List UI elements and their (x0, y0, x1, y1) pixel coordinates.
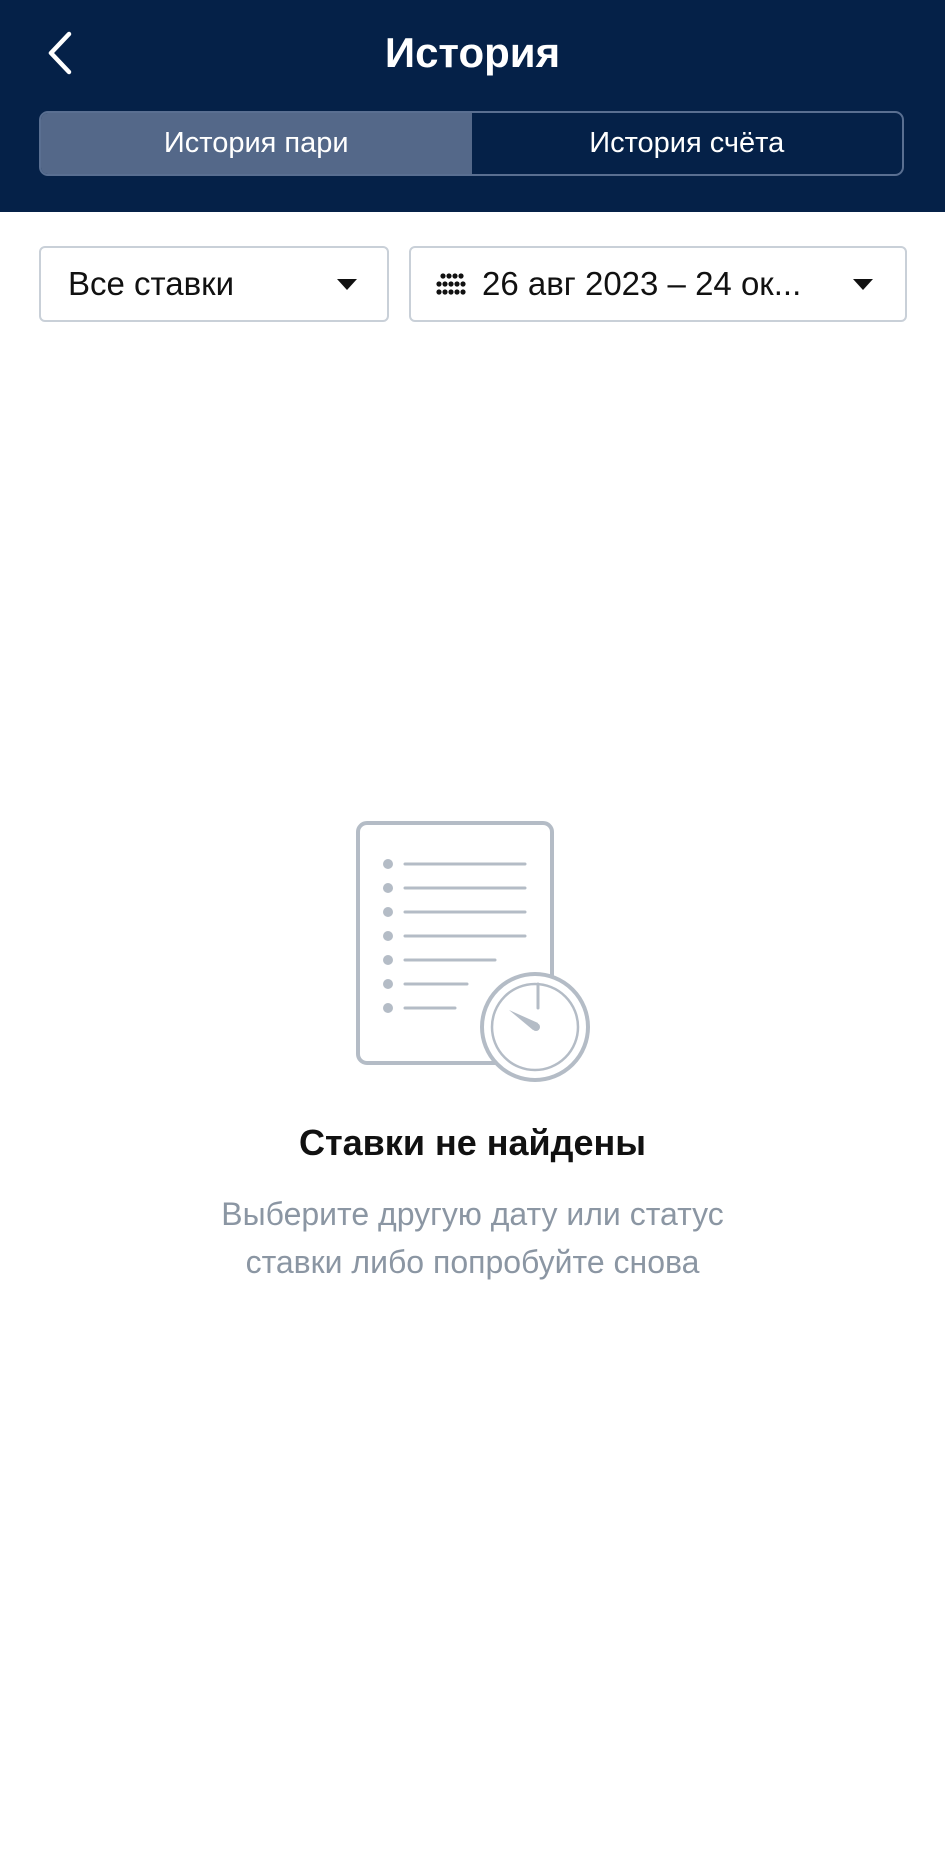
caret-down-icon (853, 279, 873, 290)
header: История История пари История счёта (0, 0, 945, 212)
document-clock-icon (356, 821, 590, 1082)
caret-down-icon (337, 279, 357, 290)
tab-account-history[interactable]: История счёта (472, 113, 903, 174)
empty-state-title: Ставки не найдены (299, 1122, 646, 1163)
bet-status-value: Все ставки (68, 265, 235, 302)
calendar-dots-icon (436, 272, 468, 296)
back-button[interactable] (30, 20, 90, 86)
empty-state-description: Выберите другую дату или статус ставки л… (221, 1196, 724, 1280)
chevron-left-icon (48, 31, 72, 75)
filters: Все ставки 26 авг 2023 – 24 ок... (39, 246, 907, 322)
bet-status-dropdown[interactable]: Все ставки (39, 246, 389, 322)
page: История История пари История счёта Все с… (0, 0, 945, 1849)
tab-bet-history[interactable]: История пари (41, 113, 472, 174)
page-title: История (384, 29, 561, 76)
history-tabs: История пари История счёта (39, 111, 904, 176)
date-range-dropdown[interactable]: 26 авг 2023 – 24 ок... (409, 246, 907, 322)
date-range-value: 26 авг 2023 – 24 ок... (482, 265, 802, 302)
